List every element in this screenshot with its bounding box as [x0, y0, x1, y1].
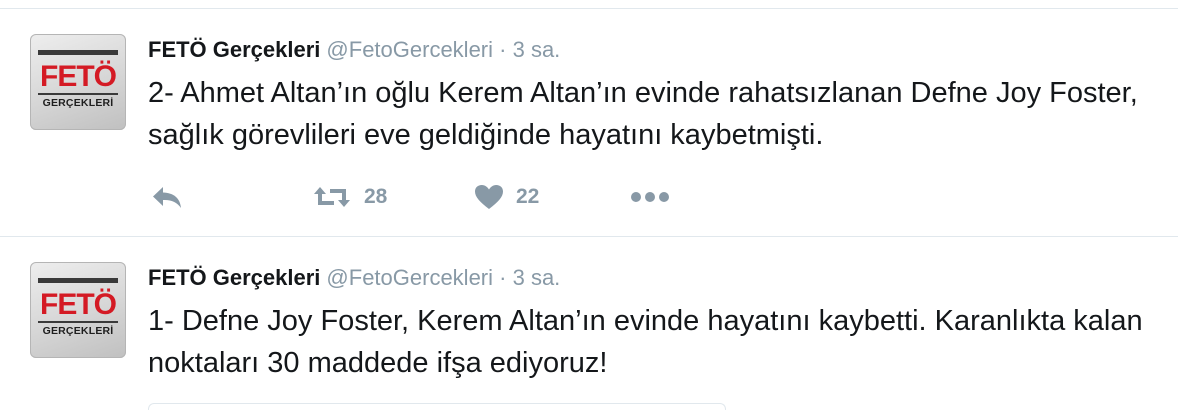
avatar-bar-mid: [38, 321, 118, 323]
reply-button[interactable]: [150, 180, 184, 214]
author-name[interactable]: FETÖ Gerçekleri: [148, 265, 320, 290]
tweet-divider: [0, 236, 1178, 237]
top-divider: [0, 8, 1178, 9]
more-button[interactable]: [630, 180, 670, 214]
tweet-time[interactable]: · 3 sa.: [499, 37, 560, 62]
more-icon: [631, 192, 669, 202]
tweet-text: 1- Defne Joy Foster, Kerem Altan’ın evin…: [148, 305, 1143, 379]
author-name[interactable]: FETÖ Gerçekleri: [148, 37, 320, 62]
like-count: 22: [516, 185, 540, 208]
avatar-bar-mid: [38, 93, 118, 95]
avatar-bar-top: [38, 50, 118, 55]
tweet-text: 2- Ahmet Altan’ın oğlu Kerem Altan’ın ev…: [148, 77, 1138, 151]
avatar[interactable]: FETÖ GERÇEKLERİ: [30, 262, 126, 358]
like-icon: [475, 185, 503, 209]
avatar-logo-subtext: GERÇEKLERİ: [42, 97, 114, 109]
reply-icon: [153, 187, 181, 208]
avatar[interactable]: FETÖ GERÇEKLERİ: [30, 34, 126, 130]
tweet-header: FETÖ Gerçekleri @FetoGercekleri · 3 sa.: [148, 265, 560, 291]
avatar-logo-text: FETÖ: [40, 60, 117, 93]
retweet-count: 28: [364, 185, 388, 208]
author-handle[interactable]: @FetoGercekleri: [326, 37, 493, 62]
author-handle[interactable]: @FetoGercekleri: [326, 265, 493, 290]
media-card[interactable]: [148, 403, 726, 410]
like-button[interactable]: 22: [474, 180, 539, 214]
avatar-logo-text: FETÖ: [40, 288, 117, 321]
tweet-time[interactable]: · 3 sa.: [499, 265, 560, 290]
avatar-logo-subtext: GERÇEKLERİ: [42, 325, 114, 337]
retweet-button[interactable]: 28: [312, 180, 387, 214]
tweet-header: FETÖ Gerçekleri @FetoGercekleri · 3 sa.: [148, 37, 560, 63]
avatar-bar-top: [38, 278, 118, 283]
retweet-icon: [314, 187, 350, 207]
